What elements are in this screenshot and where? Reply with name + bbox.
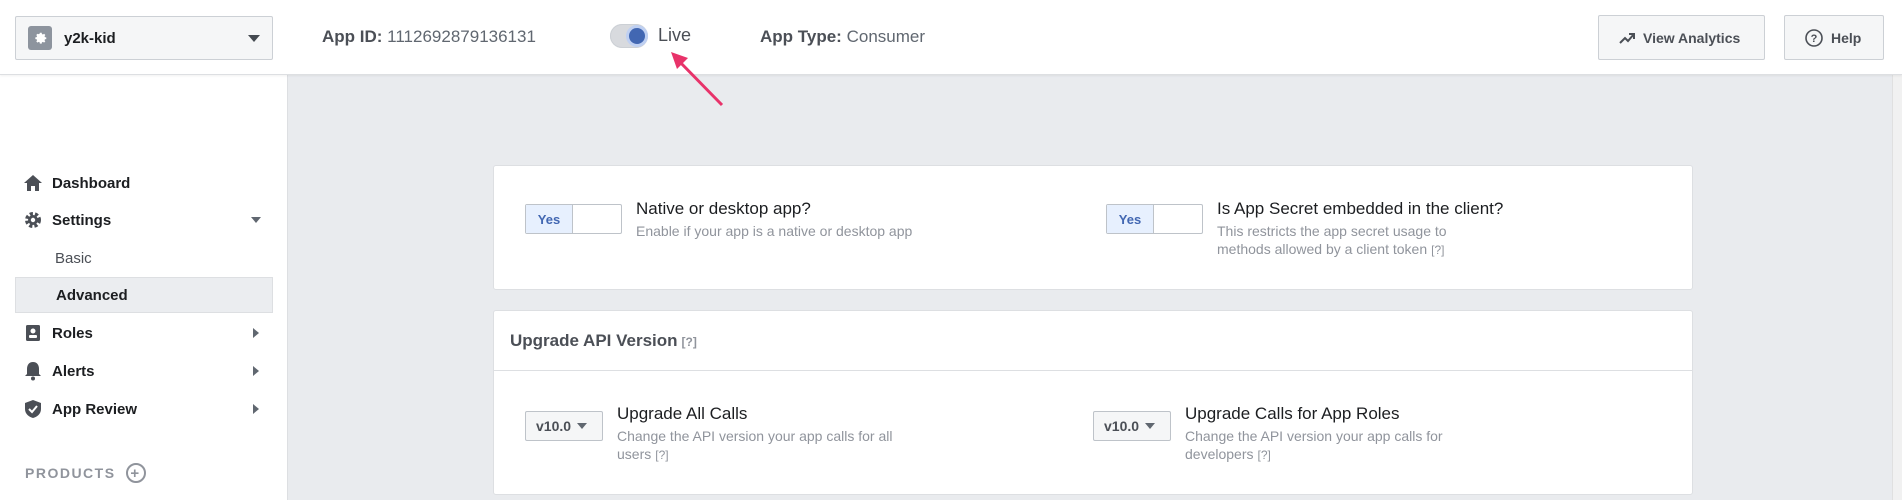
help-label: Help (1831, 29, 1862, 46)
upgrade-all-calls-desc-line2: users (617, 446, 652, 462)
app-type-value: Consumer (846, 27, 926, 46)
products-label: PRODUCTS (25, 465, 116, 481)
sidebar-item-label: Settings (52, 211, 112, 229)
sidebar-item-settings[interactable]: Settings (15, 202, 273, 238)
live-label: Live (658, 25, 692, 45)
question-circle-icon: ? (1805, 28, 1823, 47)
app-selector[interactable]: y2k-kid (15, 16, 273, 60)
sidebar-item-alerts[interactable]: Alerts (15, 353, 273, 389)
chevron-down-icon (577, 423, 588, 429)
sidebar-item-label: Roles (52, 324, 93, 342)
app-type: App Type: Consumer (760, 27, 925, 47)
native-app-desc: Enable if your app is a native or deskto… (636, 223, 913, 239)
help-button[interactable]: ? Help (1784, 15, 1884, 60)
chevron-right-icon (253, 404, 259, 414)
sidebar: Dashboard Settings Basic Advanced Roles … (0, 75, 288, 500)
id-card-icon (23, 323, 43, 343)
upgrade-api-card: Upgrade API Version [?] v10.0 Upgrade All… (493, 310, 1693, 495)
native-app-title: Native or desktop app? (636, 199, 811, 218)
upgrade-app-roles-desc-line2: developers (1185, 446, 1254, 462)
upgrade-api-title: Upgrade API Version (510, 331, 678, 350)
native-app-toggle[interactable]: Yes (525, 204, 622, 234)
sidebar-item-advanced[interactable]: Advanced (15, 277, 273, 313)
live-toggle[interactable] (610, 24, 648, 48)
version-value: v10.0 (536, 418, 572, 434)
help-link[interactable]: [?] (1431, 243, 1444, 257)
page-scrollbar[interactable] (1892, 75, 1902, 500)
upgrade-app-roles-desc-line1: Change the API version your app calls fo… (1185, 428, 1443, 444)
app-settings-card: Yes Native or desktop app? Enable if you… (493, 165, 1693, 290)
home-icon (23, 173, 43, 193)
trend-up-icon (1619, 32, 1635, 44)
upgrade-all-calls-desc-line1: Change the API version your app calls fo… (617, 428, 893, 444)
sidebar-item-label: App Review (52, 400, 138, 418)
app-id-value: 1112692879136131 (387, 27, 536, 46)
app-id-label: App ID: (322, 27, 383, 46)
add-product-icon[interactable]: + (125, 463, 146, 483)
app-id: App ID: 1112692879136131 (322, 27, 536, 47)
view-analytics-label: View Analytics (1643, 29, 1741, 46)
help-link[interactable]: [?] (682, 335, 697, 349)
app-type-label: App Type: (760, 27, 842, 46)
app-name: y2k-kid (64, 29, 116, 47)
gear-icon (28, 26, 52, 50)
sidebar-item-dashboard[interactable]: Dashboard (15, 165, 273, 201)
svg-text:?: ? (1811, 33, 1818, 45)
view-analytics-button[interactable]: View Analytics (1598, 15, 1765, 60)
app-secret-title: Is App Secret embedded in the client? (1217, 199, 1504, 218)
app-secret-desc-line1: This restricts the app secret usage to (1217, 223, 1447, 239)
upgrade-app-roles-title: Upgrade Calls for App Roles (1185, 404, 1400, 423)
chevron-down-icon (1145, 423, 1156, 429)
sidebar-item-basic[interactable]: Basic (15, 240, 273, 276)
top-bar: y2k-kid App ID: 1112692879136131 Live Ap… (0, 0, 1902, 75)
shield-check-icon (23, 399, 43, 419)
annotation-arrow (671, 52, 724, 107)
bell-icon (23, 361, 43, 381)
products-section: PRODUCTS + (25, 463, 146, 483)
live-toggle-knob (629, 28, 645, 44)
app-secret-desc-line2: methods allowed by a client token (1217, 241, 1428, 257)
sidebar-item-app-review[interactable]: App Review (15, 391, 273, 427)
upgrade-app-roles-select[interactable]: v10.0 (1093, 411, 1171, 441)
sidebar-item-label: Dashboard (52, 174, 131, 192)
toggle-yes-label: Yes (526, 205, 573, 233)
toggle-yes-label: Yes (1107, 205, 1154, 233)
upgrade-all-calls-title: Upgrade All Calls (617, 404, 748, 423)
chevron-down-icon (251, 217, 261, 223)
upgrade-all-calls-select[interactable]: v10.0 (525, 411, 603, 441)
app-secret-desc: This restricts the app secret usage to m… (1217, 222, 1447, 259)
help-link[interactable]: [?] (655, 448, 668, 462)
chevron-down-icon (248, 34, 260, 42)
chevron-right-icon (253, 328, 259, 338)
app-secret-toggle[interactable]: Yes (1106, 204, 1203, 234)
sidebar-item-label: Alerts (52, 362, 95, 380)
help-link[interactable]: [?] (1258, 448, 1271, 462)
upgrade-all-calls-desc: Change the API version your app calls fo… (617, 427, 893, 464)
upgrade-api-header: Upgrade API Version [?] (494, 311, 1692, 371)
sidebar-item-roles[interactable]: Roles (15, 315, 273, 351)
version-value: v10.0 (1104, 418, 1140, 434)
chevron-right-icon (253, 366, 259, 376)
upgrade-app-roles-desc: Change the API version your app calls fo… (1185, 427, 1443, 464)
gear-icon (23, 210, 43, 230)
